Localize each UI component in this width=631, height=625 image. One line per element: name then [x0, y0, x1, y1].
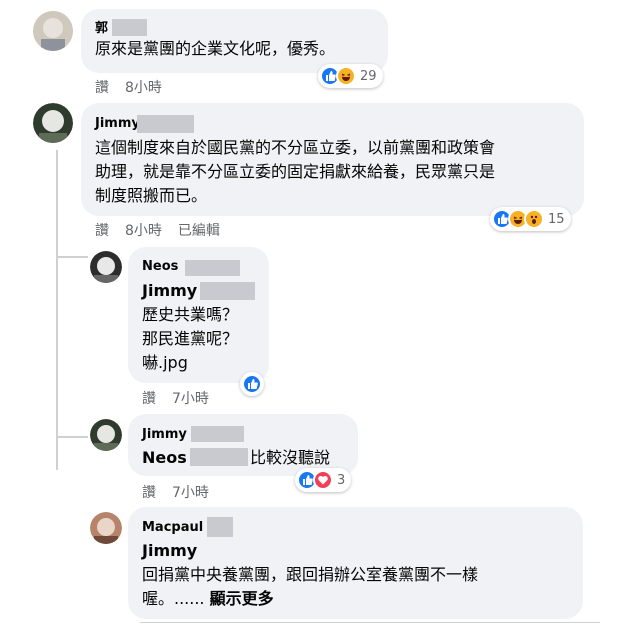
- reaction-count: 29: [360, 68, 377, 84]
- avatar[interactable]: [33, 103, 73, 143]
- comment-text-line: 助理，就是靠不分區立委的固定捐獻來給養，民眾黨只是: [95, 162, 496, 181]
- redacted-name: [190, 448, 248, 466]
- reply-connector: [56, 436, 88, 438]
- timestamp[interactable]: 7小時: [172, 485, 209, 501]
- reply-text-line: 歷史共業嗎？: [142, 305, 239, 324]
- comment-text: 原來是黨團的企業文化呢，優秀。: [95, 39, 336, 58]
- avatar[interactable]: [33, 11, 73, 51]
- like-link[interactable]: 讚: [95, 80, 109, 96]
- comment-text-line: 這個制度來自於國民黨的不分區立委，以前黨團和政策會: [95, 138, 496, 157]
- comment-actions: 讚 8小時 已編輯: [95, 220, 236, 240]
- reply-text-line: 喔。...... 顯示更多: [142, 587, 274, 611]
- mention-tag[interactable]: Neos: [142, 446, 187, 470]
- reply-author-name[interactable]: Macpaul: [142, 520, 203, 535]
- redacted-name: [207, 517, 233, 537]
- avatar-image: [90, 251, 122, 283]
- reply-actions: 讚 7小時: [142, 482, 225, 502]
- edited-label[interactable]: 已編輯: [178, 223, 220, 239]
- love-icon: [313, 470, 333, 490]
- avatar[interactable]: [90, 512, 122, 544]
- redacted-name: [185, 260, 240, 276]
- reply-text-line: 回捐黨中央養黨團，跟回捐辦公室養黨團不一樣: [142, 565, 479, 584]
- timestamp[interactable]: 7小時: [172, 391, 209, 407]
- redacted-name: [191, 426, 244, 442]
- reply-text-line: 那民進黨呢？: [142, 329, 239, 348]
- comment-text-line: 制度照搬而已。: [95, 186, 208, 205]
- see-more-link[interactable]: 顯示更多: [210, 589, 274, 608]
- reaction-summary[interactable]: 29: [318, 64, 383, 88]
- comment-actions: 讚 8小時: [95, 77, 178, 97]
- wow-icon: [524, 209, 544, 229]
- reply-text: 比較沒聽說: [250, 448, 331, 467]
- avatar[interactable]: [90, 251, 122, 283]
- reply-actions: 讚 7小時: [142, 388, 225, 408]
- avatar-image: [33, 11, 73, 51]
- mention-tag[interactable]: Jimmy: [142, 539, 197, 563]
- reaction-summary[interactable]: 15: [490, 207, 571, 231]
- timestamp[interactable]: 8小時: [125, 80, 162, 96]
- redacted-name: [200, 282, 255, 300]
- avatar[interactable]: [90, 419, 122, 451]
- reply-composer-edge: [140, 622, 600, 623]
- timestamp[interactable]: 8小時: [125, 223, 162, 239]
- reaction-count: 3: [337, 472, 346, 488]
- comment-author-name[interactable]: Jimmy: [95, 116, 140, 131]
- reaction-summary[interactable]: 3: [295, 468, 352, 492]
- redacted-name: [112, 19, 147, 36]
- mention-tag[interactable]: Jimmy: [142, 279, 197, 303]
- avatar-image: [33, 103, 73, 143]
- like-link[interactable]: 讚: [142, 485, 156, 501]
- like-link[interactable]: 讚: [95, 223, 109, 239]
- redacted-name: [137, 115, 194, 133]
- reply-thread-line: [56, 150, 58, 470]
- reply-author-name[interactable]: Neos: [142, 259, 178, 274]
- reply-text-tail: 喔。......: [142, 589, 205, 608]
- reply-author-name[interactable]: Jimmy: [142, 427, 187, 442]
- reaction-count: 15: [548, 211, 565, 227]
- like-icon: [242, 374, 262, 394]
- avatar-image: [90, 512, 122, 544]
- reply-connector: [56, 256, 88, 258]
- comment-author-name[interactable]: 郭: [95, 17, 108, 36]
- reply-text-line: 嚇.jpg: [142, 353, 188, 372]
- haha-icon: [336, 66, 356, 86]
- reaction-summary[interactable]: [240, 372, 264, 396]
- avatar-image: [90, 419, 122, 451]
- like-link[interactable]: 讚: [142, 391, 156, 407]
